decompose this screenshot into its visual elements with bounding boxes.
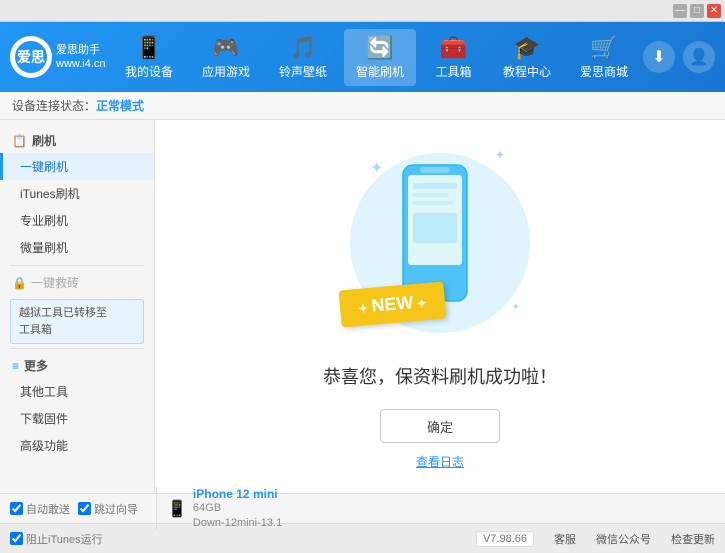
sidebar-item-itunes-flash[interactable]: iTunes刷机: [0, 180, 154, 207]
device-name: iPhone 12 mini: [193, 487, 282, 501]
tutorials-label: 教程中心: [503, 63, 551, 80]
block-itunes-checkbox[interactable]: [10, 532, 23, 545]
device-storage: 64GB Down-12mini-13.1: [193, 501, 282, 530]
sidebar-section-more: ≡ 更多: [0, 353, 154, 378]
rescue-label: 一键救砖: [31, 274, 79, 291]
more-section-title: 更多: [24, 357, 48, 374]
flash-section-icon: 📋: [12, 134, 27, 148]
title-bar: — □ ✕: [0, 0, 725, 22]
device-details: iPhone 12 mini 64GB Down-12mini-13.1: [193, 487, 282, 530]
nav-item-my-device[interactable]: 📱 我的设备: [113, 29, 185, 86]
status-bar: 设备连接状态： 正常模式: [0, 92, 725, 120]
sparkle-1: ✦: [370, 158, 383, 178]
nav-item-toolbox[interactable]: 🧰 工具箱: [421, 29, 486, 86]
sidebar-section-flash: 📋 刷机: [0, 128, 154, 153]
sidebar: 📋 刷机 一键刷机 iTunes刷机 专业刷机 微量刷机 🔒 一键救砖 越狱工具…: [0, 120, 155, 493]
back-link[interactable]: 查看日志: [416, 453, 464, 470]
flash-section-title: 刷机: [32, 132, 56, 149]
nav-item-ringtones[interactable]: 🎵 铃声壁纸: [267, 29, 339, 86]
block-itunes-label: 阻止iTunes运行: [26, 531, 103, 547]
auto-notify-input[interactable]: [10, 502, 23, 515]
sidebar-locked-rescue: 🔒 一键救砖: [0, 270, 154, 295]
sparkle-2: ✦: [495, 148, 505, 162]
my-device-label: 我的设备: [125, 63, 173, 80]
mall-icon: 🛒: [590, 35, 617, 61]
header: 爱思 爱思助手 www.i4.cn 📱 我的设备 🎮 应用游戏 🎵 铃声壁纸 🔄 智能刷机 🧰 工…: [0, 22, 725, 92]
tutorials-icon: 🎓: [513, 35, 540, 61]
ringtones-icon: 🎵: [289, 35, 316, 61]
sidebar-info-box: 越狱工具已转移至工具箱: [10, 299, 144, 344]
sidebar-divider-2: [10, 348, 144, 349]
sidebar-item-wipe-flash[interactable]: 微量刷机: [0, 234, 154, 261]
nav-item-mall[interactable]: 🛒 爱思商城: [568, 29, 640, 86]
check-update-link[interactable]: 检查更新: [671, 531, 715, 547]
skip-guide-label: 跳过向导: [94, 501, 138, 517]
svg-text:爱思: 爱思: [17, 49, 45, 65]
sidebar-item-download-firmware[interactable]: 下载固件: [0, 405, 154, 432]
confirm-button[interactable]: 确定: [380, 409, 500, 443]
sparkle-3: ✦: [512, 302, 520, 313]
sidebar-item-advanced[interactable]: 高级功能: [0, 432, 154, 459]
logo-icon: 爱思: [10, 36, 52, 78]
device-info: 📱 iPhone 12 mini 64GB Down-12mini-13.1: [156, 487, 282, 530]
mall-label: 爱思商城: [580, 63, 628, 80]
logo-text: 爱思助手 www.i4.cn: [56, 43, 106, 72]
minimize-button[interactable]: —: [673, 4, 687, 18]
auto-notify-checkbox[interactable]: 自动敢送: [10, 501, 70, 517]
smart-flash-icon: 🔄: [366, 35, 393, 61]
customer-service-link[interactable]: 客服: [554, 531, 576, 547]
sidebar-item-pro-flash[interactable]: 专业刷机: [0, 207, 154, 234]
toolbox-icon: 🧰: [440, 35, 467, 61]
content-area: ✦ ✦ ✦ NEW 恭喜您，保资料刷机成功啦！ 确定 查看日志: [155, 120, 725, 493]
apps-games-icon: 🎮: [212, 35, 239, 61]
nav-item-smart-flash[interactable]: 🔄 智能刷机: [344, 29, 416, 86]
footer-left: 自动敢送 跳过向导 📱 iPhone 12 mini 64GB Down-12m…: [10, 487, 282, 530]
status-label: 设备连接状态：: [12, 97, 96, 114]
footer: 自动敢送 跳过向导 📱 iPhone 12 mini 64GB Down-12m…: [0, 493, 725, 523]
more-section-icon: ≡: [12, 359, 19, 373]
sidebar-item-other-tools[interactable]: 其他工具: [0, 378, 154, 405]
ringtones-label: 铃声壁纸: [279, 63, 327, 80]
auto-notify-label: 自动敢送: [26, 501, 70, 517]
download-icon[interactable]: ⬇: [643, 41, 675, 73]
nav-right: ⬇ 👤: [643, 41, 715, 73]
footer-bottom-right: V7.98.66 客服 微信公众号 检查更新: [476, 531, 715, 547]
skip-guide-checkbox[interactable]: 跳过向导: [78, 501, 138, 517]
maximize-button[interactable]: □: [690, 4, 704, 18]
skip-guide-input[interactable]: [78, 502, 91, 515]
main-layout: 📋 刷机 一键刷机 iTunes刷机 专业刷机 微量刷机 🔒 一键救砖 越狱工具…: [0, 120, 725, 493]
footer-bottom-left: 阻止iTunes运行: [10, 531, 103, 547]
logo-area: 爱思 爱思助手 www.i4.cn: [10, 36, 110, 78]
wechat-link[interactable]: 微信公众号: [596, 531, 651, 547]
lock-icon: 🔒: [12, 276, 27, 290]
version-badge: V7.98.66: [476, 531, 534, 547]
my-device-icon: 📱: [135, 35, 162, 61]
apps-games-label: 应用游戏: [202, 63, 250, 80]
device-phone-icon: 📱: [167, 499, 187, 519]
sidebar-divider-1: [10, 265, 144, 266]
sidebar-item-one-click-flash[interactable]: 一键刷机: [0, 153, 154, 180]
toolbox-label: 工具箱: [436, 63, 472, 80]
success-text: 恭喜您，保资料刷机成功啦！: [323, 363, 557, 389]
close-button[interactable]: ✕: [707, 4, 721, 18]
status-value: 正常模式: [96, 97, 144, 114]
hero-illustration: ✦ ✦ ✦ NEW: [340, 143, 540, 343]
nav-item-apps-games[interactable]: 🎮 应用游戏: [190, 29, 262, 86]
nav-items: 📱 我的设备 🎮 应用游戏 🎵 铃声壁纸 🔄 智能刷机 🧰 工具箱 🎓 教程中心 🛒 爱思商城: [110, 29, 643, 86]
user-icon[interactable]: 👤: [683, 41, 715, 73]
nav-item-tutorials[interactable]: 🎓 教程中心: [491, 29, 563, 86]
smart-flash-label: 智能刷机: [356, 63, 404, 80]
